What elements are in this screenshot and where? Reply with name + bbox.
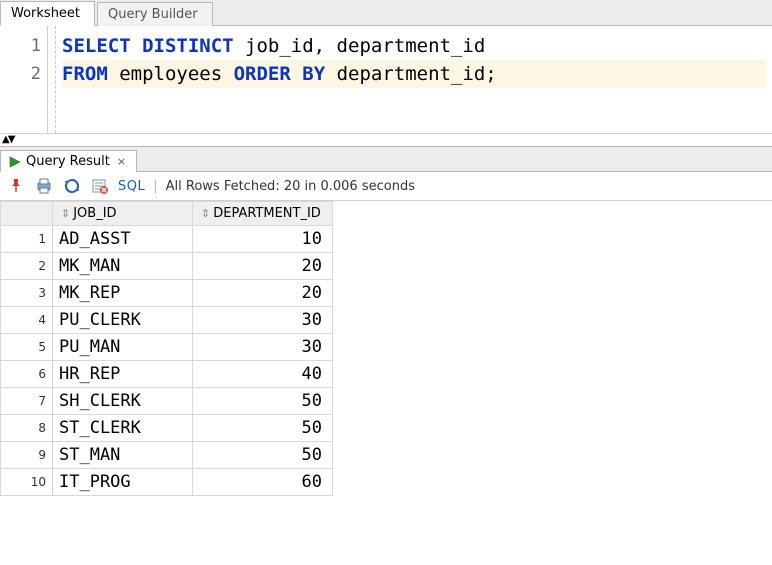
table-row[interactable]: 10IT_PROG60 (1, 469, 333, 496)
cell-job_id[interactable]: AD_ASST (53, 226, 193, 253)
editor-gutter: 12 (0, 26, 48, 133)
cell-job_id[interactable]: ST_CLERK (53, 415, 193, 442)
splitter-icon[interactable]: ▲▼ (0, 134, 772, 146)
table-row[interactable]: 7SH_CLERK50 (1, 388, 333, 415)
table-row[interactable]: 3MK_REP20 (1, 280, 333, 307)
cell-job_id[interactable]: HR_REP (53, 361, 193, 388)
grid-header-row: ⇕JOB_ID ⇕DEPARTMENT_ID (1, 202, 333, 226)
pin-icon[interactable] (6, 176, 26, 196)
toolbar-separator: | (153, 179, 157, 194)
row-number: 7 (1, 388, 53, 415)
play-icon (9, 156, 21, 168)
close-icon[interactable]: × (115, 155, 128, 168)
cell-department_id[interactable]: 50 (193, 388, 333, 415)
col-label: DEPARTMENT_ID (213, 206, 321, 221)
line-number: 2 (0, 60, 41, 88)
row-number: 3 (1, 280, 53, 307)
cell-job_id[interactable]: MK_REP (53, 280, 193, 307)
cell-job_id[interactable]: ST_MAN (53, 442, 193, 469)
cell-department_id[interactable]: 20 (193, 280, 333, 307)
row-number: 9 (1, 442, 53, 469)
grid-body: 1AD_ASST102MK_MAN203MK_REP204PU_CLERK305… (1, 226, 333, 496)
table-row[interactable]: 8ST_CLERK50 (1, 415, 333, 442)
result-tab-strip: Query Result × (0, 146, 772, 172)
sql-editor[interactable]: 12 SELECT DISTINCT job_id, department_id… (0, 26, 772, 134)
worksheet-tab-strip: Worksheet Query Builder (0, 0, 772, 26)
cell-department_id[interactable]: 10 (193, 226, 333, 253)
row-number: 8 (1, 415, 53, 442)
cell-job_id[interactable]: SH_CLERK (53, 388, 193, 415)
row-number: 5 (1, 334, 53, 361)
result-tab-label: Query Result (26, 154, 110, 169)
print-icon[interactable] (34, 176, 54, 196)
code-line[interactable]: SELECT DISTINCT job_id, department_id (62, 32, 766, 60)
cell-department_id[interactable]: 50 (193, 415, 333, 442)
cell-job_id[interactable]: PU_CLERK (53, 307, 193, 334)
cell-job_id[interactable]: MK_MAN (53, 253, 193, 280)
cell-job_id[interactable]: IT_PROG (53, 469, 193, 496)
cell-department_id[interactable]: 60 (193, 469, 333, 496)
table-row[interactable]: 9ST_MAN50 (1, 442, 333, 469)
code-line[interactable]: FROM employees ORDER BY department_id; (62, 60, 766, 88)
cell-job_id[interactable]: PU_MAN (53, 334, 193, 361)
fetch-status: All Rows Fetched: 20 in 0.006 seconds (166, 179, 415, 194)
line-number: 1 (0, 32, 41, 60)
sort-icon: ⇕ (201, 207, 210, 220)
table-row[interactable]: 6HR_REP40 (1, 361, 333, 388)
sql-link[interactable]: SQL (118, 179, 145, 194)
cell-department_id[interactable]: 40 (193, 361, 333, 388)
clear-icon[interactable] (90, 176, 110, 196)
row-number: 1 (1, 226, 53, 253)
table-row[interactable]: 5PU_MAN30 (1, 334, 333, 361)
cell-department_id[interactable]: 50 (193, 442, 333, 469)
editor-code[interactable]: SELECT DISTINCT job_id, department_idFRO… (56, 26, 772, 133)
cell-department_id[interactable]: 20 (193, 253, 333, 280)
table-row[interactable]: 1AD_ASST10 (1, 226, 333, 253)
cell-department_id[interactable]: 30 (193, 307, 333, 334)
tab-worksheet[interactable]: Worksheet (0, 1, 95, 26)
result-grid[interactable]: ⇕JOB_ID ⇕DEPARTMENT_ID 1AD_ASST102MK_MAN… (0, 201, 333, 496)
row-number: 4 (1, 307, 53, 334)
col-header-job-id[interactable]: ⇕JOB_ID (53, 202, 193, 226)
grid-corner (1, 202, 53, 226)
tab-query-builder[interactable]: Query Builder (97, 2, 213, 26)
row-number: 6 (1, 361, 53, 388)
tab-query-result[interactable]: Query Result × (0, 150, 137, 172)
editor-margin (48, 26, 56, 133)
table-row[interactable]: 4PU_CLERK30 (1, 307, 333, 334)
sort-icon: ⇕ (61, 207, 70, 220)
result-toolbar: SQL | All Rows Fetched: 20 in 0.006 seco… (0, 172, 772, 201)
table-row[interactable]: 2MK_MAN20 (1, 253, 333, 280)
cell-department_id[interactable]: 30 (193, 334, 333, 361)
col-label: JOB_ID (73, 206, 116, 221)
refresh-icon[interactable] (62, 176, 82, 196)
row-number: 10 (1, 469, 53, 496)
col-header-department-id[interactable]: ⇕DEPARTMENT_ID (193, 202, 333, 226)
row-number: 2 (1, 253, 53, 280)
